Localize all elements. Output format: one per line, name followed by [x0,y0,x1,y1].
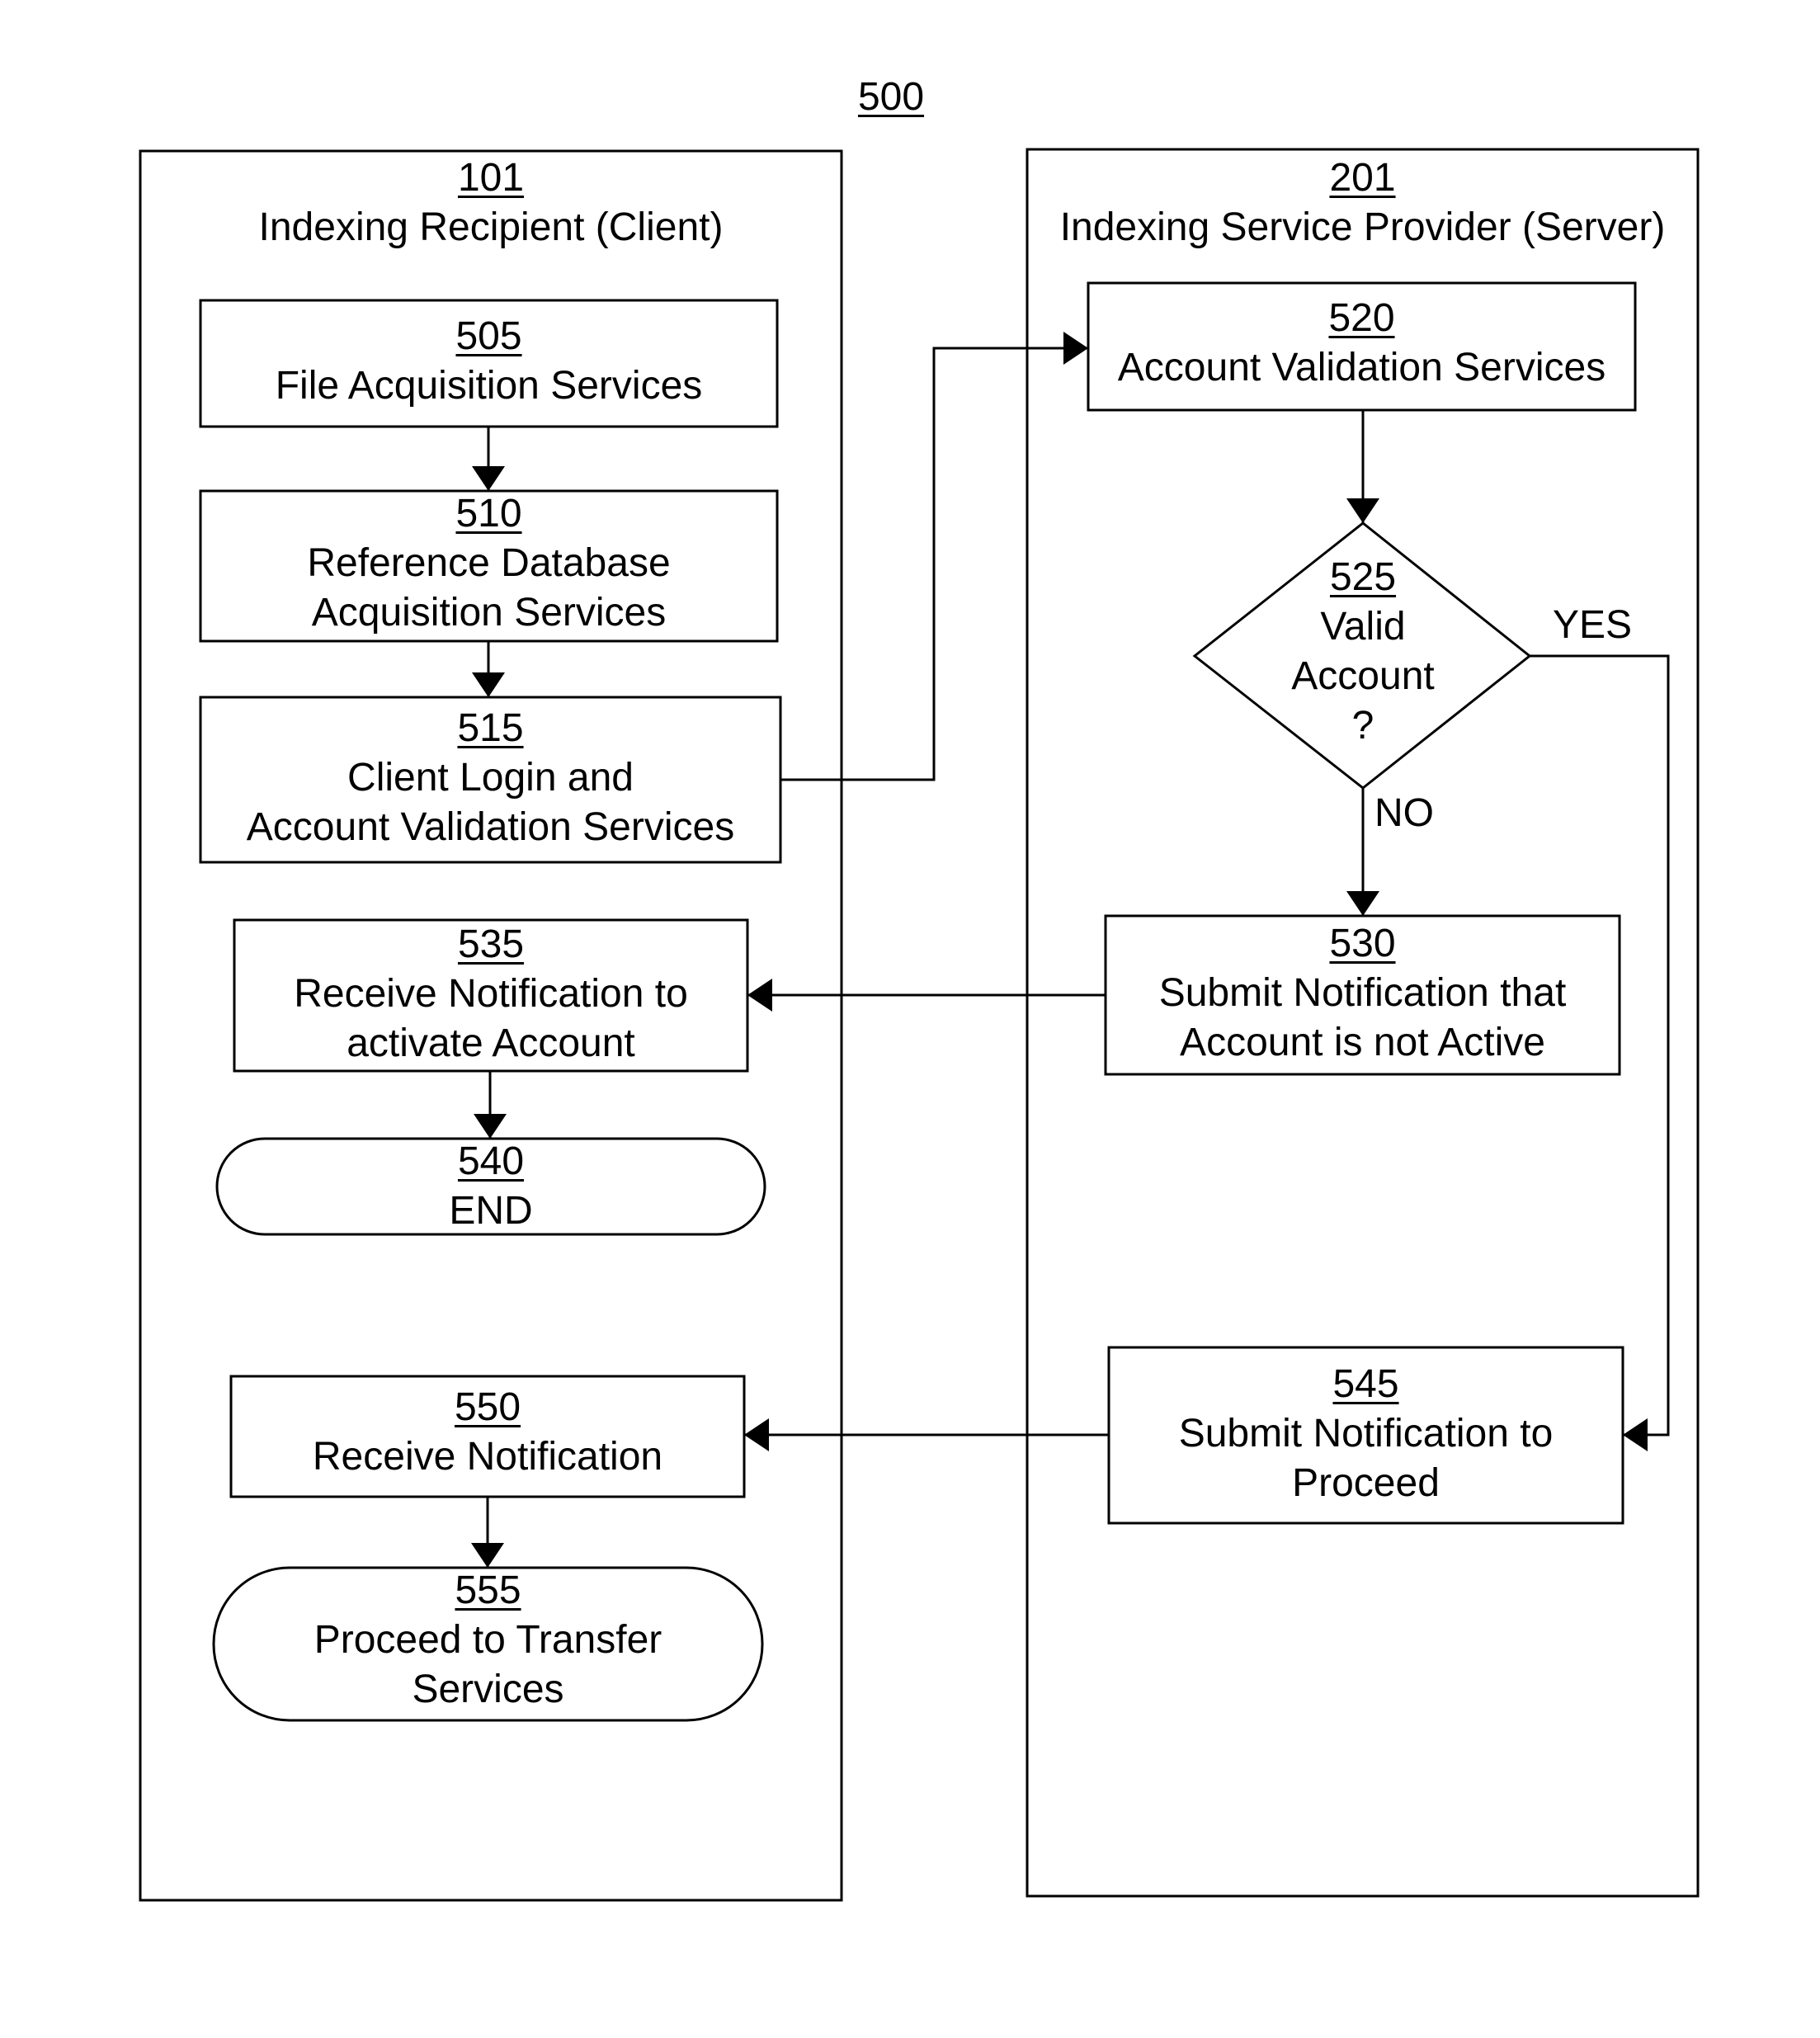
step-530-text: Submit Notification that Account is not … [1158,971,1567,1064]
step-520-ref: 520 [1328,296,1395,340]
lane-server-header: 201 Indexing Service Provider (Server) [1027,153,1698,252]
step-530-ref: 530 [1329,922,1396,965]
step-540-text: END [449,1189,533,1233]
step-515-ref: 515 [457,706,524,750]
step-555: 555 Proceed to Transfer Services [214,1566,762,1715]
step-525-ref: 525 [1329,555,1397,599]
step-540: 540 END [217,1137,765,1236]
lane-client-ref: 101 [457,156,525,200]
step-510-ref: 510 [455,492,522,535]
step-520: 520 Account Validation Services [1088,294,1635,393]
step-540-ref: 540 [457,1139,525,1183]
lane-server-ref: 201 [1329,156,1396,200]
branch-no-label: NO [1374,791,1434,835]
lane-server-title: Indexing Service Provider (Server) [1059,205,1666,249]
step-545-ref: 545 [1332,1362,1399,1406]
step-555-ref: 555 [455,1569,521,1612]
step-550: 550 Receive Notification [231,1383,744,1482]
step-525: 525 Valid Account ? [1239,553,1487,751]
branch-yes-label: YES [1552,603,1633,647]
step-535: 535 Receive Notification to activate Acc… [234,920,747,1069]
lane-client-header: 101 Indexing Recipient (Client) [140,153,842,252]
lane-client-title: Indexing Recipient (Client) [258,205,724,249]
step-525-text: Valid Account ? [1291,605,1435,748]
step-555-text: Proceed to Transfer Services [314,1618,662,1711]
step-530: 530 Submit Notification that Account is … [1106,919,1620,1068]
step-505: 505 File Acquisition Services [200,312,777,411]
figure-number: 500 [809,73,974,122]
step-545-text: Submit Notification to Proceed [1178,1412,1554,1505]
step-545: 545 Submit Notification to Proceed [1109,1360,1623,1508]
step-515-text: Client Login and Account Validation Serv… [246,756,735,849]
step-505-ref: 505 [455,314,522,358]
edge-515-520 [780,332,1088,781]
step-550-text: Receive Notification [312,1435,663,1479]
step-535-text: Receive Notification to activate Account [294,972,688,1065]
step-515: 515 Client Login and Account Validation … [200,704,780,852]
step-520-text: Account Validation Services [1117,346,1606,389]
step-510: 510 Reference Database Acquisition Servi… [200,489,777,638]
step-535-ref: 535 [457,922,525,966]
figure-number-label: 500 [857,75,925,119]
step-510-text: Reference Database Acquisition Services [307,541,671,635]
step-505-text: File Acquisition Services [275,364,703,408]
step-550-ref: 550 [454,1385,521,1429]
